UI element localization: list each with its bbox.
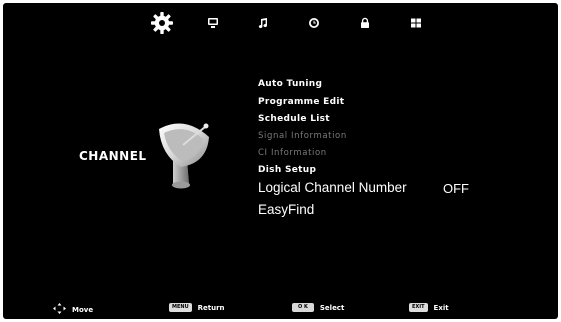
menu-item-signal-information: Signal Information — [258, 131, 347, 141]
hint-move-label: Move — [72, 305, 94, 314]
tv-menu-screen: CHANNEL Auto Tuning Programme Edit Sched… — [3, 3, 558, 319]
logical-channel-number-value[interactable]: OFF — [443, 181, 469, 196]
menu-item-ci-information: CI Information — [258, 148, 327, 158]
monitor-icon[interactable] — [199, 9, 227, 37]
hint-return: MENU Return — [169, 303, 225, 312]
menu-item-logical-channel-number[interactable]: Logical Channel Number — [258, 180, 407, 195]
clock-icon[interactable] — [300, 9, 328, 37]
grid-icon[interactable] — [402, 9, 430, 37]
hint-select: O K Select — [292, 303, 344, 312]
menu-item-schedule-list[interactable]: Schedule List — [258, 114, 330, 124]
satellite-dish-icon — [155, 115, 219, 195]
category-label: CHANNEL — [79, 149, 147, 163]
menu-item-easyfind[interactable]: EasyFind — [258, 202, 314, 217]
ok-key-icon: O K — [292, 303, 314, 312]
menu-item-programme-edit[interactable]: Programme Edit — [258, 97, 344, 107]
menu-tab-bar — [3, 9, 558, 39]
hint-move: Move — [53, 303, 93, 316]
gear-icon[interactable] — [148, 9, 176, 37]
menu-item-auto-tuning[interactable]: Auto Tuning — [258, 79, 322, 89]
menu-key-icon: MENU — [169, 303, 192, 312]
music-note-icon[interactable] — [249, 9, 277, 37]
dpad-icon — [53, 303, 66, 316]
exit-key-icon: EXIT — [409, 303, 428, 312]
menu-item-dish-setup[interactable]: Dish Setup — [258, 165, 316, 175]
lock-icon[interactable] — [351, 9, 379, 37]
hint-exit: EXIT Exit — [409, 303, 449, 312]
hint-return-label: Return — [197, 303, 225, 312]
hint-exit-label: Exit — [433, 303, 449, 312]
hint-select-label: Select — [319, 303, 345, 312]
